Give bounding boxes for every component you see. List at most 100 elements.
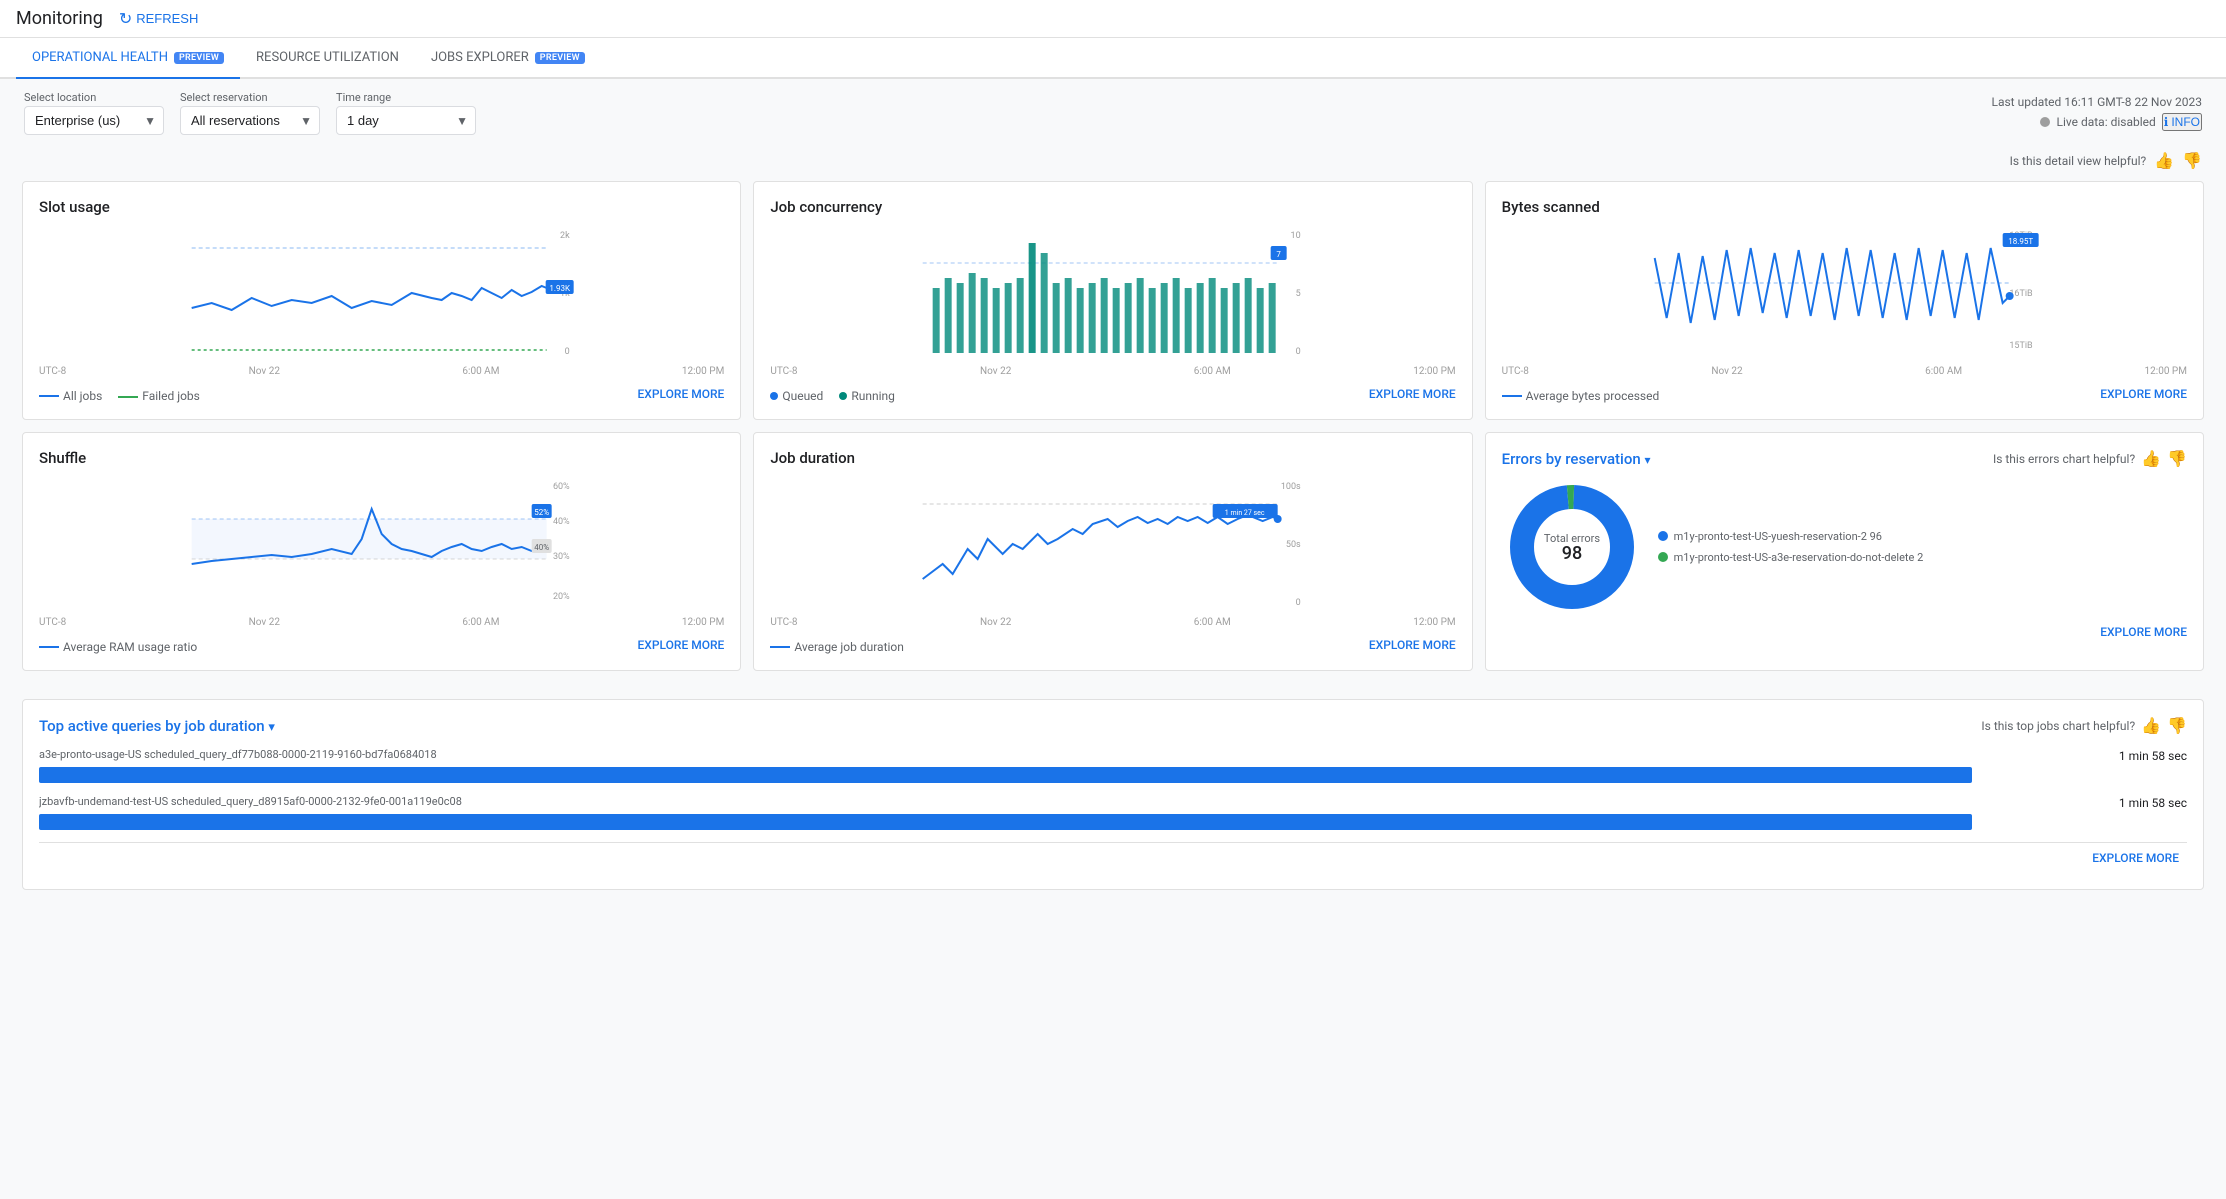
controls-bar: Select location Enterprise (us) ▼ Select… xyxy=(0,79,2226,147)
shuffle-explore-link[interactable]: EXPLORE MORE xyxy=(638,638,725,652)
errors-header: Errors by reservation ▾ Is this errors c… xyxy=(1502,449,2187,469)
refresh-button[interactable]: ↻ REFRESH xyxy=(119,9,199,29)
slot-usage-explore-link[interactable]: EXPLORE MORE xyxy=(638,387,725,401)
preview-badge-operational: PREVIEW xyxy=(174,52,224,64)
legend-running: Running xyxy=(839,389,895,403)
job-concurrency-card: Job concurrency 10 5 0 xyxy=(753,181,1472,420)
job-concurrency-legend: Queued Running xyxy=(770,389,895,403)
errors-thumbs-up[interactable]: 👍 xyxy=(2141,449,2161,469)
errors-explore-link[interactable]: EXPLORE MORE xyxy=(1502,625,2187,639)
donut-legend: m1y-pronto-test-US-yuesh-reservation-2 9… xyxy=(1658,530,1924,564)
job-concurrency-explore-link[interactable]: EXPLORE MORE xyxy=(1369,387,1456,401)
slot-usage-x-labels: UTC-8 Nov 22 6:00 AM 12:00 PM xyxy=(39,366,724,377)
tab-operational-health[interactable]: OPERATIONAL HEALTH PREVIEW xyxy=(16,38,240,79)
errors-title-group: Errors by reservation ▾ xyxy=(1502,450,1651,468)
bytes-scanned-svg: 18TiB 16TiB 15TiB 18.95T xyxy=(1502,228,2187,358)
info-icon: ℹ xyxy=(2164,115,2169,129)
top-queries-explore-row: EXPLORE MORE xyxy=(39,842,2187,873)
reservation-select-group: Select reservation All reservations ▼ xyxy=(180,91,320,135)
job-concurrency-footer: Queued Running EXPLORE MORE xyxy=(770,385,1455,403)
time-range-select[interactable]: 1 day xyxy=(336,106,476,135)
bytes-scanned-explore-link[interactable]: EXPLORE MORE xyxy=(2100,387,2187,401)
svg-text:1 min 27 sec: 1 min 27 sec xyxy=(1225,509,1265,517)
location-select-wrapper: Enterprise (us) ▼ xyxy=(24,106,164,135)
tab-label-resource-utilization: RESOURCE UTILIZATION xyxy=(256,50,399,65)
donut-svg: Total errors 98 xyxy=(1502,477,1642,617)
shuffle-legend: Average RAM usage ratio xyxy=(39,640,197,654)
errors-thumbs-down[interactable]: 👎 xyxy=(2167,449,2187,469)
reservation-select[interactable]: All reservations xyxy=(180,106,320,135)
svg-text:7: 7 xyxy=(1277,250,1282,259)
query-text-1: jzbavfb-undemand-test-US scheduled_query… xyxy=(39,795,462,808)
query-bar-1 xyxy=(39,814,1972,830)
thumbs-down-button[interactable]: 👎 xyxy=(2182,151,2202,171)
slot-usage-title: Slot usage xyxy=(39,198,724,216)
svg-text:98: 98 xyxy=(1561,543,1581,564)
job-concurrency-x-labels: UTC-8 Nov 22 6:00 AM 12:00 PM xyxy=(770,366,1455,377)
dashboard-grid: Slot usage 2k 1k 0 1.93K UTC-8 Nov 22 6: xyxy=(0,175,2226,693)
query-time-0: 1 min 58 sec xyxy=(2119,749,2187,763)
query-text-0: a3e-pronto-usage-US scheduled_query_df77… xyxy=(39,748,437,761)
donut-legend-item-0: m1y-pronto-test-US-yuesh-reservation-2 9… xyxy=(1658,530,1924,543)
donut-legend-item-1: m1y-pronto-test-US-a3e-reservation-do-no… xyxy=(1658,551,1924,564)
errors-title: Errors by reservation ▾ xyxy=(1502,450,1651,468)
time-range-select-group: Time range 1 day ▼ xyxy=(336,91,476,135)
donut-dot-0 xyxy=(1658,531,1668,541)
svg-text:15TiB: 15TiB xyxy=(2009,341,2033,351)
shuffle-footer: Average RAM usage ratio EXPLORE MORE xyxy=(39,636,724,654)
job-duration-explore-link[interactable]: EXPLORE MORE xyxy=(1369,638,1456,652)
errors-title-link[interactable]: reservation xyxy=(1565,450,1640,468)
preview-badge-jobs: PREVIEW xyxy=(535,52,585,64)
bytes-scanned-title: Bytes scanned xyxy=(1502,198,2187,216)
errors-dropdown-arrow[interactable]: ▾ xyxy=(1644,453,1650,467)
location-select[interactable]: Enterprise (us) xyxy=(24,106,164,135)
shuffle-card: Shuffle 60% 40% 30% 20% 52% 40% xyxy=(22,432,741,671)
svg-text:5: 5 xyxy=(1296,289,1301,299)
svg-text:30%: 30% xyxy=(553,552,570,562)
time-range-label: Time range xyxy=(336,91,476,104)
job-duration-legend: Average job duration xyxy=(770,640,904,654)
legend-avg-bytes: Average bytes processed xyxy=(1502,389,1660,403)
job-duration-footer: Average job duration EXPLORE MORE xyxy=(770,636,1455,654)
top-queries-title-link[interactable]: job duration xyxy=(185,717,265,735)
helpful-text: Is this detail view helpful? xyxy=(2010,154,2147,168)
helpful-row: Is this detail view helpful? 👍 👎 xyxy=(0,147,2226,175)
top-queries-helpful-text: Is this top jobs chart helpful? xyxy=(1981,719,2135,733)
legend-all-jobs: All jobs xyxy=(39,389,102,403)
reservation-label: Select reservation xyxy=(180,91,320,104)
errors-helpful-text: Is this errors chart helpful? xyxy=(1993,452,2135,466)
bytes-scanned-chart-area: 18TiB 16TiB 15TiB 18.95T xyxy=(1502,228,2187,358)
svg-text:40%: 40% xyxy=(534,543,549,552)
thumbs-up-button[interactable]: 👍 xyxy=(2154,151,2174,171)
tq-thumbs-up[interactable]: 👍 xyxy=(2141,716,2161,736)
top-queries-dropdown[interactable]: ▾ xyxy=(268,720,275,735)
svg-text:0: 0 xyxy=(1296,347,1301,357)
tab-resource-utilization[interactable]: RESOURCE UTILIZATION xyxy=(240,38,415,79)
legend-failed-jobs-line xyxy=(118,396,138,398)
tq-thumbs-down[interactable]: 👎 xyxy=(2167,716,2187,736)
svg-text:40%: 40% xyxy=(553,517,570,527)
shuffle-title: Shuffle xyxy=(39,449,724,467)
info-button[interactable]: ℹ INFO xyxy=(2162,113,2202,131)
donut-dot-1 xyxy=(1658,552,1668,562)
slot-usage-card: Slot usage 2k 1k 0 1.93K UTC-8 Nov 22 6: xyxy=(22,181,741,420)
live-dot xyxy=(2040,117,2050,127)
job-duration-x-labels: UTC-8 Nov 22 6:00 AM 12:00 PM xyxy=(770,617,1455,628)
page-title: Monitoring xyxy=(16,8,103,29)
top-queries-explore-link[interactable]: EXPLORE MORE xyxy=(47,851,2179,865)
bytes-scanned-legend: Average bytes processed xyxy=(1502,389,1660,403)
svg-text:2k: 2k xyxy=(560,231,570,241)
top-queries-helpful: Is this top jobs chart helpful? 👍 👎 xyxy=(1981,716,2187,736)
bottom-row: Top active queries by job duration ▾ Is … xyxy=(0,693,2226,912)
time-range-select-wrapper: 1 day ▼ xyxy=(336,106,476,135)
reservation-select-wrapper: All reservations ▼ xyxy=(180,106,320,135)
slot-usage-svg: 2k 1k 0 1.93K xyxy=(39,228,724,358)
job-duration-chart-area: 100s 50s 0 1 min 27 sec xyxy=(770,479,1455,609)
bytes-scanned-card: Bytes scanned 18TiB 16TiB 15TiB 18.95T U… xyxy=(1485,181,2204,420)
legend-all-jobs-line xyxy=(39,395,59,397)
location-label: Select location xyxy=(24,91,164,104)
last-updated-text: Last updated 16:11 GMT-8 22 Nov 2023 xyxy=(1992,95,2203,109)
errors-helpful-inline: Is this errors chart helpful? 👍 👎 xyxy=(1993,449,2187,469)
tab-jobs-explorer[interactable]: JOBS EXPLORER PREVIEW xyxy=(415,38,601,79)
shuffle-chart-area: 60% 40% 30% 20% 52% 40% xyxy=(39,479,724,609)
